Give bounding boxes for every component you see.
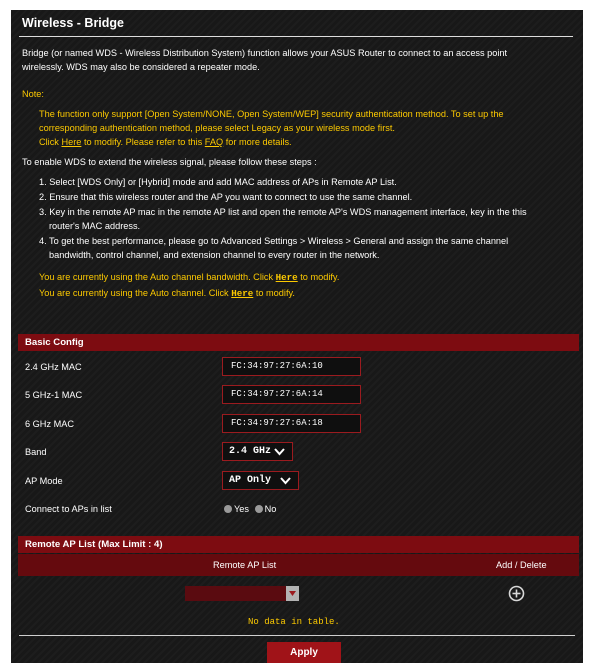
no-data-message: No data in table. [248, 617, 340, 627]
band-label: Band [25, 447, 47, 457]
steps-intro: To enable WDS to extend the wireless sig… [22, 157, 317, 167]
radio-no[interactable]: No [254, 504, 277, 514]
connect-aps-label: Connect to APs in list [25, 504, 112, 514]
basic-config-header: Basic Config [18, 334, 579, 351]
radio-circle-icon [224, 505, 232, 513]
band-select-value: 2.4 GHz [229, 446, 272, 457]
ap-mode-select-value: AP Only [229, 475, 272, 486]
mac-24ghz-label: 2.4 GHz MAC [25, 362, 82, 372]
radio-no-label: No [264, 504, 277, 514]
bandwidth-notice-suffix: to modify. [297, 272, 340, 282]
ap-mode-select[interactable]: AP Only [222, 471, 299, 490]
radio-yes-label: Yes [234, 504, 249, 514]
note-line-3-suffix: for more details. [223, 137, 292, 147]
chevron-down-icon [274, 448, 285, 456]
note-line-3-prefix: Click [39, 137, 62, 147]
step-3-line-1: 3. Key in the remote AP mac in the remot… [39, 207, 527, 217]
apply-button[interactable]: Apply [267, 642, 341, 663]
title-divider [19, 36, 573, 37]
note-here-link[interactable]: Here [61, 137, 81, 147]
channel-here-link[interactable]: Here [231, 288, 253, 299]
remote-ap-list-header: Remote AP List (Max Limit : 4) [18, 536, 579, 553]
ap-mode-label: AP Mode [25, 476, 63, 486]
footer-divider [19, 635, 575, 636]
col-remote-ap-list: Remote AP List [213, 560, 277, 570]
mac-24ghz-field[interactable]: FC:34:97:27:6A:10 [222, 357, 361, 376]
faq-link[interactable]: FAQ [205, 137, 223, 147]
band-select[interactable]: 2.4 GHz [222, 442, 293, 461]
note-line-3: Click Here to modify. Please refer to th… [39, 136, 292, 149]
intro-line-2: wirelessly. WDS may also be considered a… [22, 62, 260, 72]
connect-aps-radio-group: Yes No [224, 503, 276, 516]
step-2: 2. Ensure that this wireless router and … [39, 192, 413, 202]
mac-6ghz-label: 6 GHz MAC [25, 419, 75, 429]
note-line-1: The function only support [Open System/N… [39, 109, 504, 119]
bandwidth-here-link[interactable]: Here [276, 272, 298, 283]
radio-circle-icon [254, 505, 263, 513]
note-line-3-mid: to modify. Please refer to this [81, 137, 205, 147]
remote-ap-column-headers: Remote AP List Add / Delete [18, 554, 579, 576]
step-4-line-2: bandwidth, control channel, and extensio… [49, 250, 380, 260]
chevron-down-icon [280, 477, 291, 485]
col-add-delete: Add / Delete [496, 560, 547, 570]
bandwidth-notice-prefix: You are currently using the Auto channel… [39, 272, 276, 282]
mac-6ghz-field[interactable]: FC:34:97:27:6A:18 [222, 414, 361, 433]
wireless-bridge-panel: Wireless - Bridge Bridge (or named WDS -… [11, 10, 583, 663]
mac-5ghz-1-field[interactable]: FC:34:97:27:6A:14 [222, 385, 361, 404]
remote-ap-select[interactable] [185, 586, 299, 601]
intro-line-1: Bridge (or named WDS - Wireless Distribu… [22, 48, 508, 58]
note-label: Note: [22, 89, 44, 99]
page-title: Wireless - Bridge [22, 16, 125, 30]
step-3-line-2: router's MAC address. [49, 221, 141, 231]
triangle-down-icon [289, 591, 296, 596]
bandwidth-notice: You are currently using the Auto channel… [39, 271, 339, 284]
dropdown-toggle[interactable] [286, 586, 299, 601]
note-line-2: corresponding authentication method, ple… [39, 123, 395, 133]
add-circle-icon[interactable] [508, 585, 525, 602]
radio-yes[interactable]: Yes [224, 504, 249, 514]
mac-5ghz-1-label: 5 GHz-1 MAC [25, 390, 83, 400]
channel-notice-suffix: to modify. [253, 288, 295, 298]
step-4-line-1: 4. To get the best performance, please g… [39, 236, 509, 246]
channel-notice: You are currently using the Auto channel… [39, 287, 295, 300]
channel-notice-prefix: You are currently using the Auto channel… [39, 288, 232, 298]
step-1: 1. Select [WDS Only] or [Hybrid] mode an… [39, 177, 397, 187]
